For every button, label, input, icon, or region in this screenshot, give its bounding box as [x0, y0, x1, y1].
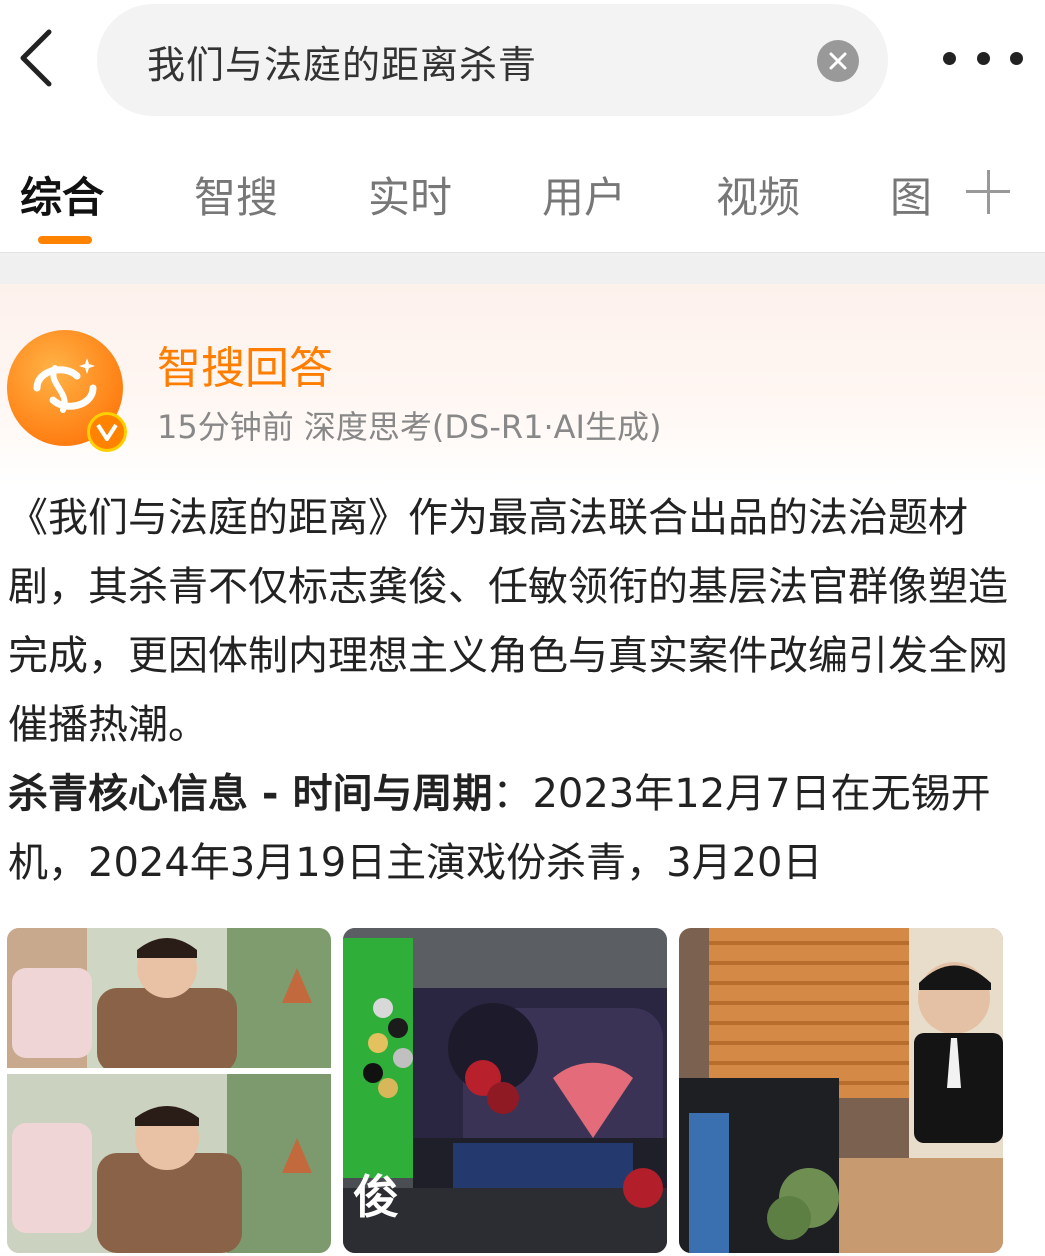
backdrop-char: 俊 — [353, 1170, 399, 1224]
more-options-button[interactable] — [943, 40, 1023, 76]
answer-paragraph: 《我们与法庭的距离》作为最高法联合出品的法治题材剧，其杀青不仅标志龚俊、任敏领衔… — [8, 495, 1008, 748]
avatar[interactable] — [7, 330, 127, 452]
section-divider — [0, 252, 1045, 284]
tab-users[interactable]: 用户 — [542, 164, 626, 225]
answer-body: 《我们与法庭的距离》作为最高法联合出品的法治题材剧，其杀青不仅标志龚俊、任敏领衔… — [8, 484, 1008, 898]
add-tab-icon[interactable] — [966, 170, 1010, 214]
top-bar: 我们与法庭的距离杀青 — [0, 0, 1045, 120]
search-input[interactable]: 我们与法庭的距离杀青 — [97, 4, 888, 116]
chevron-left-icon — [20, 29, 52, 87]
clear-search-button[interactable] — [817, 40, 859, 82]
active-tab-indicator — [38, 236, 92, 244]
verified-badge-icon — [87, 412, 127, 452]
tab-smart-search[interactable]: 智搜 — [194, 164, 278, 225]
author-name[interactable]: 智搜回答 — [157, 332, 333, 396]
image-gallery: 俊 — [7, 928, 1003, 1253]
tab-realtime[interactable]: 实时 — [368, 164, 452, 225]
answer-heading: 杀青核心信息 - 时间与周期 — [8, 771, 493, 817]
tab-images[interactable]: 图 — [890, 164, 932, 225]
ai-answer-card: 智搜回答 15分钟前 深度思考(DS-R1·AI生成) 《我们与法庭的距离》作为… — [0, 284, 1045, 1256]
back-button[interactable] — [10, 28, 60, 88]
gallery-image-2[interactable]: 俊 — [343, 928, 667, 1253]
close-icon — [829, 52, 847, 70]
gallery-image-1[interactable] — [7, 928, 331, 1253]
dot-icon — [1010, 51, 1023, 65]
search-tabs: 综合 智搜 实时 用户 视频 图 — [0, 140, 1045, 250]
post-meta: 15分钟前 深度思考(DS-R1·AI生成) — [157, 408, 662, 446]
photo-wrap-party-backdrop-icon: 俊 — [343, 928, 667, 1253]
tab-videos[interactable]: 视频 — [716, 164, 800, 225]
search-query: 我们与法庭的距离杀青 — [147, 43, 538, 87]
dot-icon — [943, 51, 956, 65]
dot-icon — [976, 51, 990, 65]
photo-actor-office-icon — [679, 928, 1003, 1253]
gallery-image-3[interactable] — [679, 928, 1003, 1253]
photo-actor-cafe-icon — [7, 928, 331, 1253]
tab-comprehensive[interactable]: 综合 — [20, 164, 104, 225]
